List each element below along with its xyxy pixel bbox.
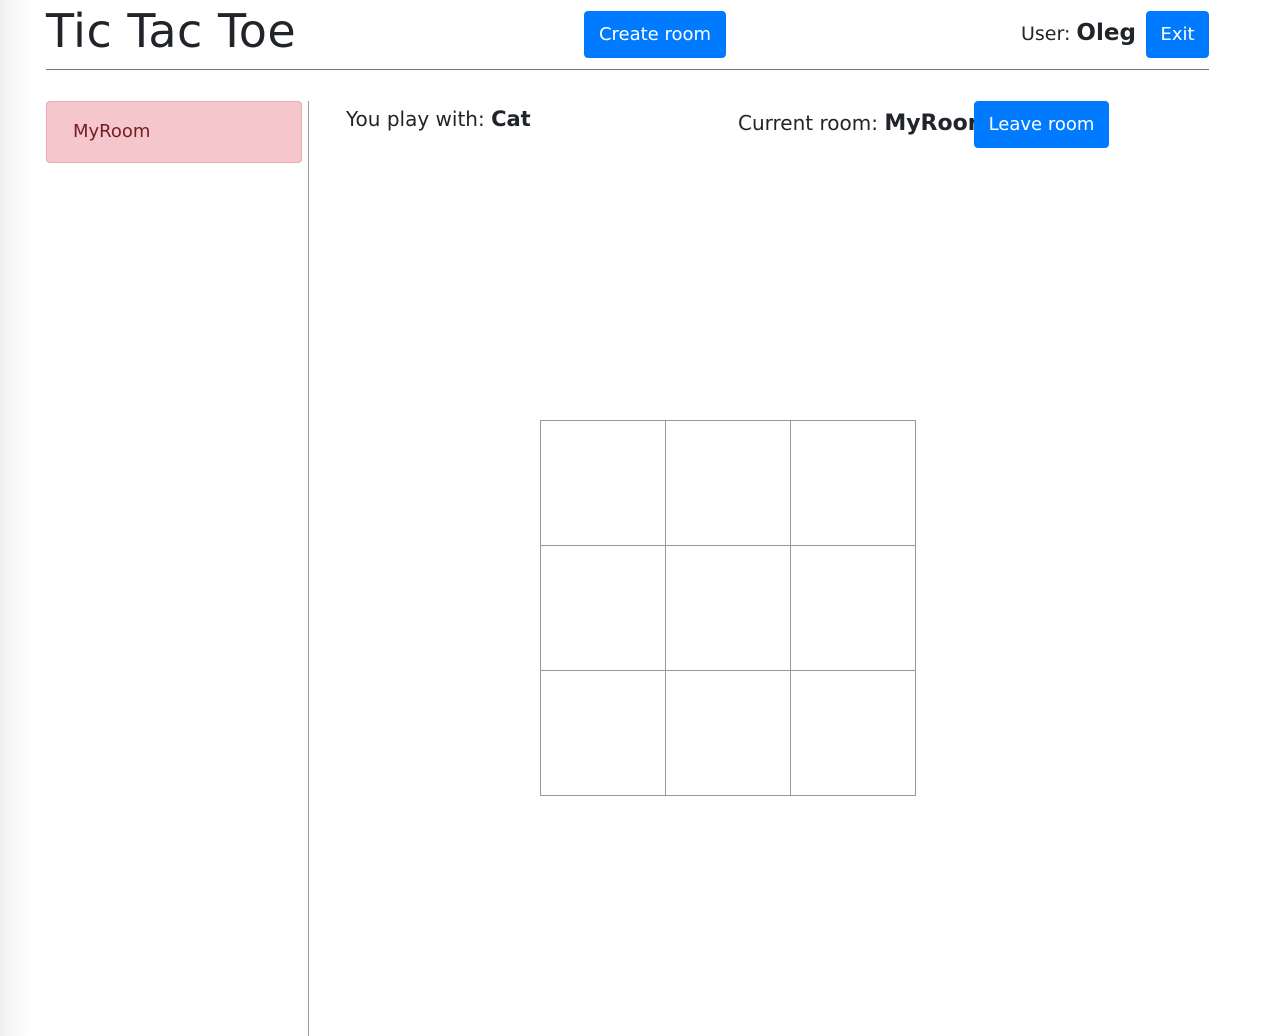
- room-list-item[interactable]: MyRoom: [46, 101, 302, 163]
- room-list: MyRoom: [46, 101, 309, 1036]
- page: Tic Tac Toe Create room User: Oleg Exit …: [0, 0, 1266, 1036]
- app-header: Tic Tac Toe Create room User: Oleg Exit: [46, 0, 1209, 70]
- user-label: User:: [1021, 23, 1071, 45]
- board-cell[interactable]: [665, 670, 791, 796]
- board-cell[interactable]: [540, 670, 666, 796]
- user-name: Oleg: [1076, 20, 1136, 46]
- app-title: Tic Tac Toe: [46, 4, 297, 58]
- board-cell[interactable]: [540, 420, 666, 546]
- user-info: User: Oleg: [1021, 18, 1136, 49]
- board-cell[interactable]: [665, 545, 791, 671]
- leave-room-button[interactable]: Leave room: [974, 101, 1109, 148]
- game-board: [540, 420, 916, 796]
- exit-button[interactable]: Exit: [1146, 11, 1209, 58]
- board-cell[interactable]: [540, 545, 666, 671]
- current-room-info: Current room: MyRoom: [738, 107, 991, 140]
- play-with-label: You play with:: [346, 107, 485, 131]
- board-cell[interactable]: [790, 670, 916, 796]
- board-cell[interactable]: [665, 420, 791, 546]
- current-room-label: Current room:: [738, 111, 878, 135]
- create-room-button[interactable]: Create room: [584, 11, 726, 58]
- board-cell[interactable]: [790, 420, 916, 546]
- opponent-info: You play with: Cat: [346, 103, 531, 135]
- board-cell[interactable]: [790, 545, 916, 671]
- opponent-name: Cat: [491, 107, 531, 131]
